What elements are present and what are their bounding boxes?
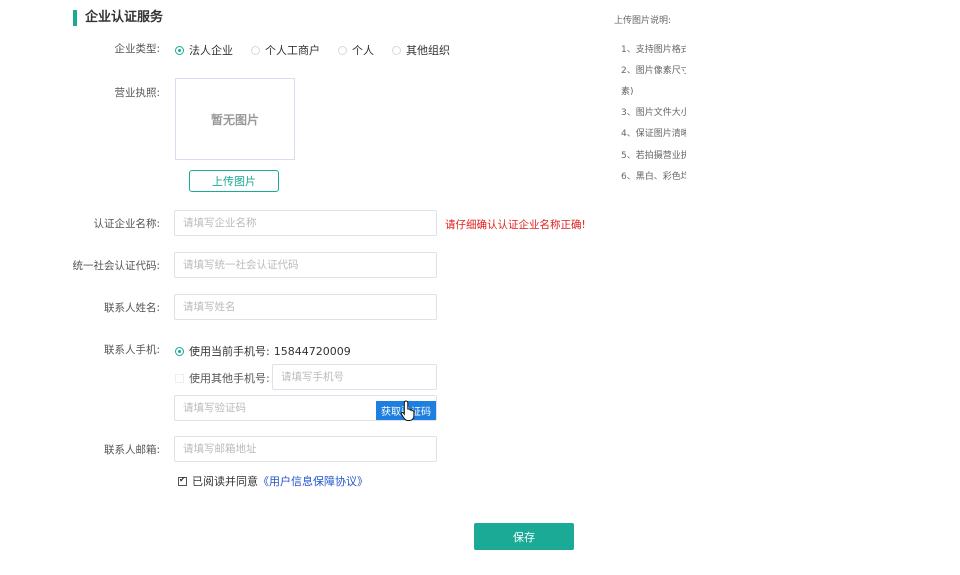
enterprise-type-option-legal[interactable]: 法人企业 bbox=[175, 42, 233, 58]
company-name-hint: 请仔细确认认证企业名称正确! bbox=[445, 219, 586, 231]
radio-checked-icon[interactable] bbox=[175, 346, 184, 356]
option-label: 其他组织 bbox=[406, 44, 450, 57]
upload-note-item: 5、若拍摄营业执 bbox=[621, 151, 686, 161]
agreement-text: 已阅读并同意 bbox=[192, 475, 258, 488]
contact-name-input[interactable]: 请填写姓名 bbox=[174, 294, 437, 320]
upload-notes-panel: 上传图片说明: 1、支持图片格式 2、图片像素尺寸 素) 3、图片文件大小 4、… bbox=[614, 13, 686, 193]
agreement-checkbox-icon[interactable] bbox=[178, 475, 187, 486]
enterprise-type-option-other[interactable]: 其他组织 bbox=[392, 42, 450, 58]
upload-image-button[interactable]: 上传图片 bbox=[189, 170, 279, 192]
upload-note-item: 6、黑白、彩色均 bbox=[621, 172, 686, 182]
option-label: 个人工商户 bbox=[265, 44, 320, 57]
page-title: 企业认证服务 bbox=[73, 10, 163, 26]
option-label: 个人 bbox=[352, 44, 374, 57]
company-name-label: 认证企业名称: bbox=[93, 218, 160, 230]
enterprise-type-radio-group: 法人企业 个人工商户 个人 其他组织 bbox=[175, 42, 468, 58]
agreement-row: 已阅读并同意 《用户信息保障协议》 bbox=[178, 473, 368, 489]
contact-email-label: 联系人邮箱: bbox=[103, 444, 160, 456]
agreement-link[interactable]: 《用户信息保障协议》 bbox=[258, 473, 368, 489]
checkbox-icon[interactable] bbox=[175, 373, 184, 383]
upload-note-item: 2、图片像素尺寸 bbox=[621, 66, 686, 76]
radio-icon[interactable] bbox=[251, 45, 260, 55]
other-phone-input[interactable]: 请填写手机号 bbox=[272, 364, 437, 390]
credit-code-input[interactable]: 请填写统一社会认证代码 bbox=[174, 252, 437, 278]
contact-phone-label: 联系人手机: bbox=[103, 344, 160, 356]
license-label: 营业执照: bbox=[114, 87, 160, 99]
license-image-preview: 暂无图片 bbox=[175, 78, 295, 160]
credit-code-label: 统一社会认证代码: bbox=[72, 260, 160, 272]
hand-pointer-icon bbox=[400, 400, 415, 421]
contact-name-label: 联系人姓名: bbox=[103, 302, 160, 314]
company-name-input[interactable]: 请填写企业名称 bbox=[174, 210, 437, 236]
upload-note-item: 1、支持图片格式 bbox=[621, 45, 686, 55]
enterprise-type-option-individual-business[interactable]: 个人工商户 bbox=[251, 42, 320, 58]
radio-checked-icon[interactable] bbox=[175, 45, 184, 55]
contact-email-input[interactable]: 请填写邮箱地址 bbox=[174, 436, 437, 462]
use-other-phone-option[interactable]: 使用其他手机号: bbox=[175, 370, 270, 386]
enterprise-type-label: 企业类型: bbox=[114, 43, 160, 55]
option-label: 法人企业 bbox=[189, 44, 233, 57]
use-other-phone-label: 使用其他手机号: bbox=[189, 372, 270, 385]
use-current-phone-option[interactable]: 使用当前手机号: 15844720009 bbox=[175, 343, 351, 359]
radio-icon[interactable] bbox=[392, 45, 401, 55]
use-current-phone-label: 使用当前手机号: bbox=[189, 345, 270, 358]
current-phone-number: 15844720009 bbox=[273, 344, 351, 358]
upload-note-item: 素) bbox=[621, 87, 634, 97]
radio-icon[interactable] bbox=[338, 45, 347, 55]
enterprise-type-option-individual[interactable]: 个人 bbox=[338, 42, 374, 58]
upload-note-item: 3、图片文件大小 bbox=[621, 108, 686, 118]
upload-notes-title: 上传图片说明: bbox=[614, 16, 672, 26]
upload-note-item: 4、保证图片清晰 bbox=[621, 129, 686, 139]
save-button[interactable]: 保存 bbox=[474, 523, 574, 550]
